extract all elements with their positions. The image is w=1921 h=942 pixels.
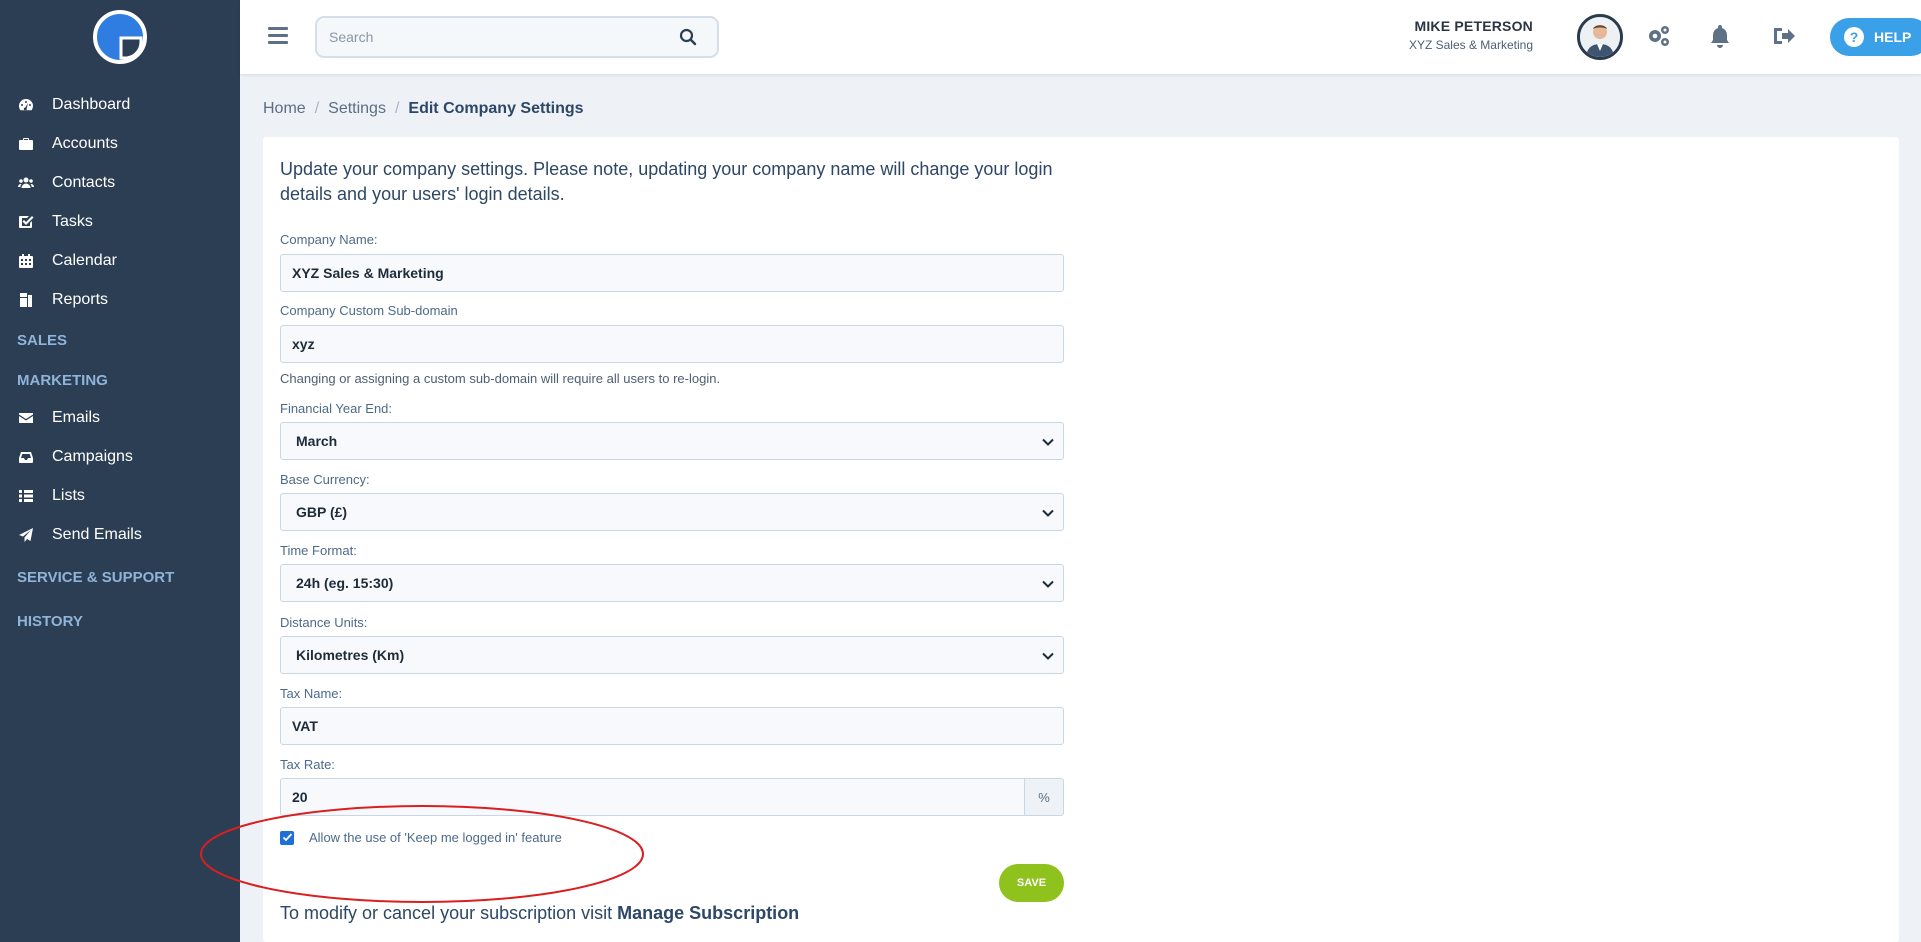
sidebar-item-label: Contacts [52, 173, 116, 191]
sidebar-item-emails[interactable]: Emails [0, 398, 240, 437]
sidebar-item-label: Campaigns [52, 447, 133, 465]
breadcrumb-home[interactable]: Home [263, 100, 306, 117]
distance-value: Kilometres (Km) [296, 647, 405, 663]
envelope-icon [17, 409, 35, 427]
subscription-prefix: To modify or cancel your subscription vi… [280, 903, 613, 923]
sidebar-item-accounts[interactable]: Accounts [0, 124, 240, 163]
percent-addon: % [1024, 778, 1064, 816]
currency-label: Base Currency: [280, 472, 370, 487]
subdomain-label: Company Custom Sub-domain [280, 303, 458, 318]
currency-value: GBP (£) [296, 504, 348, 520]
fy-end-select[interactable]: March [280, 422, 1064, 460]
user-company: XYZ Sales & Marketing [1408, 38, 1533, 52]
sidebar-item-label: Emails [52, 408, 101, 426]
tax-name-field[interactable]: VAT [280, 707, 1064, 745]
tax-rate-field[interactable]: 20 [280, 778, 1024, 816]
briefcase-icon [17, 135, 35, 153]
distance-label: Distance Units: [280, 615, 368, 630]
currency-select[interactable]: GBP (£) [280, 493, 1064, 531]
sidebar-item-campaigns[interactable]: Campaigns [0, 437, 240, 476]
gear-icon[interactable] [1645, 22, 1673, 50]
avatar[interactable] [1577, 14, 1623, 60]
section-sales[interactable]: SALES [0, 319, 240, 362]
sidebar-item-send-emails[interactable]: Send Emails [0, 515, 240, 554]
chevron-down-icon [1042, 509, 1054, 517]
manage-subscription-link[interactable]: Manage Subscription [617, 903, 799, 923]
distance-select[interactable]: Kilometres (Km) [280, 636, 1064, 674]
keep-logged-in-label: Allow the use of 'Keep me logged in' fea… [309, 830, 562, 845]
chevron-down-icon [1042, 438, 1054, 446]
check-square-icon [17, 213, 35, 231]
tax-name-label: Tax Name: [280, 686, 343, 701]
keep-logged-in-row: Allow the use of 'Keep me logged in' fea… [280, 830, 562, 845]
sidebar-item-label: Tasks [52, 212, 93, 230]
tax-rate-label: Tax Rate: [280, 757, 335, 772]
bell-icon[interactable] [1706, 22, 1734, 50]
fy-end-value: March [296, 433, 338, 449]
sidebar-item-dashboard[interactable]: Dashboard [0, 85, 240, 124]
chevron-down-icon [1042, 580, 1054, 588]
time-format-value: 24h (eg. 15:30) [296, 575, 394, 591]
search-icon[interactable] [679, 28, 697, 46]
sidebar: Dashboard Accounts Contacts Tasks Calend… [0, 0, 240, 942]
hamburger-menu-icon[interactable] [268, 27, 288, 45]
time-format-label: Time Format: [280, 543, 357, 558]
chevron-down-icon [1042, 652, 1054, 660]
save-button[interactable]: SAVE [999, 864, 1064, 902]
subscription-text: To modify or cancel your subscription vi… [280, 903, 799, 924]
subdomain-hint: Changing or assigning a custom sub-domai… [280, 371, 721, 386]
section-marketing[interactable]: MARKETING [0, 362, 240, 398]
help-label: HELP [1874, 29, 1912, 45]
help-button[interactable]: ? HELP [1830, 18, 1921, 56]
list-icon [17, 487, 35, 505]
users-icon [17, 174, 35, 192]
search-input[interactable] [317, 18, 647, 56]
breadcrumb-settings[interactable]: Settings [328, 100, 386, 117]
user-info[interactable]: MIKE PETERSON XYZ Sales & Marketing [1409, 18, 1533, 52]
search-box [315, 16, 719, 58]
tax-rate-group: 20 % [280, 778, 1064, 816]
sidebar-nav: Dashboard Accounts Contacts Tasks Calend… [0, 85, 240, 644]
user-name: MIKE PETERSON [1414, 18, 1533, 34]
sidebar-item-label: Accounts [52, 134, 118, 152]
tachometer-icon [17, 96, 35, 114]
breadcrumb-current: Edit Company Settings [408, 100, 584, 117]
sidebar-item-contacts[interactable]: Contacts [0, 163, 240, 202]
fy-end-label: Financial Year End: [280, 401, 393, 416]
keep-logged-in-checkbox[interactable] [280, 830, 294, 845]
time-format-select[interactable]: 24h (eg. 15:30) [280, 564, 1064, 602]
paper-plane-icon [17, 526, 35, 544]
sidebar-item-label: Send Emails [52, 525, 142, 543]
checkmark-icon [282, 833, 292, 842]
settings-card: Update your company settings. Please not… [263, 137, 1899, 942]
sidebar-item-calendar[interactable]: Calendar [0, 241, 240, 280]
app-logo[interactable] [92, 9, 148, 65]
sidebar-item-label: Calendar [52, 251, 117, 269]
sidebar-item-label: Reports [52, 290, 109, 308]
section-history[interactable]: HISTORY [0, 599, 240, 644]
sidebar-item-reports[interactable]: Reports [0, 280, 240, 319]
breadcrumb: Home / Settings / Edit Company Settings [263, 100, 584, 117]
company-name-field[interactable]: XYZ Sales & Marketing [280, 254, 1064, 292]
files-icon [17, 291, 35, 309]
question-icon: ? [1844, 27, 1864, 47]
section-service-support[interactable]: SERVICE & SUPPORT [0, 556, 240, 599]
company-name-label: Company Name: [280, 232, 378, 247]
intro-text: Update your company settings. Please not… [280, 159, 1053, 204]
inbox-icon [17, 448, 35, 466]
sidebar-item-label: Lists [52, 486, 85, 504]
sidebar-item-lists[interactable]: Lists [0, 476, 240, 515]
logout-icon[interactable] [1770, 22, 1798, 50]
sidebar-item-label: Dashboard [52, 95, 131, 113]
sidebar-item-tasks[interactable]: Tasks [0, 202, 240, 241]
subdomain-field[interactable]: xyz [280, 325, 1064, 363]
calendar-icon [17, 252, 35, 270]
